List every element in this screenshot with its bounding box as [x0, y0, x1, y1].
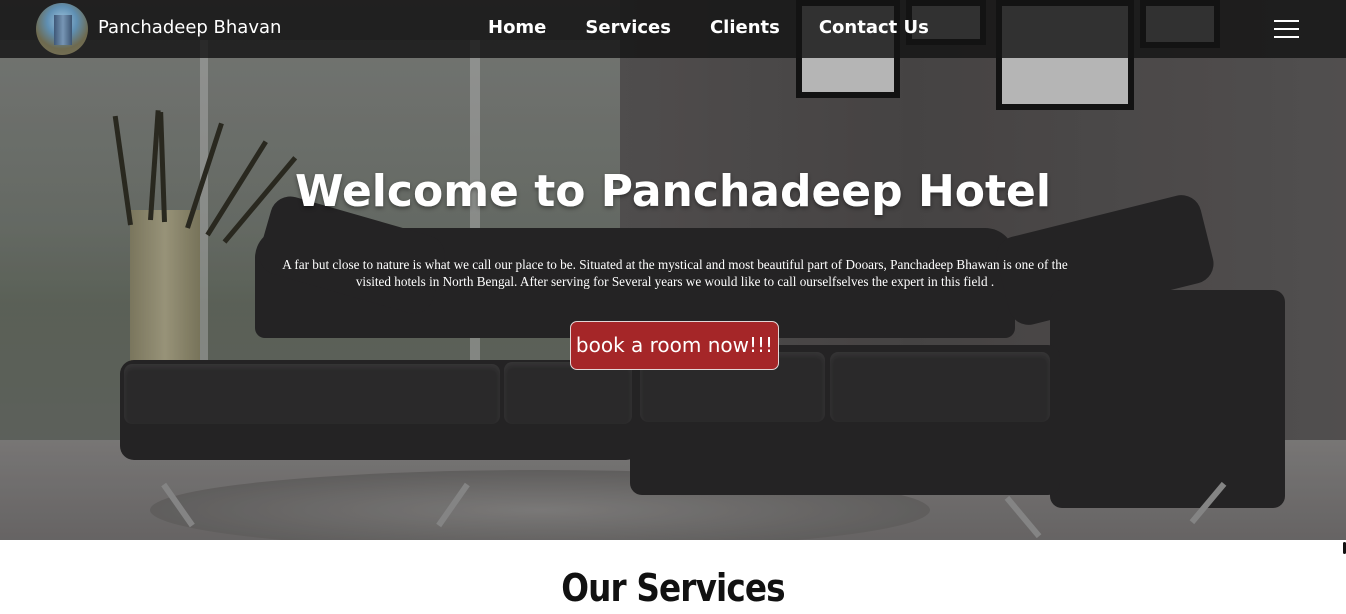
building-icon: [54, 15, 72, 45]
hero-description: A far but close to nature is what we cal…: [282, 257, 1068, 289]
nav-link-services[interactable]: Services: [585, 17, 671, 38]
brand-name[interactable]: Panchadeep Bhavan: [98, 17, 281, 38]
hamburger-menu-icon[interactable]: [1274, 20, 1299, 38]
hamburger-bar: [1274, 20, 1299, 22]
nav-link-home[interactable]: Home: [488, 17, 546, 38]
book-room-button[interactable]: book a room now!!!: [570, 321, 779, 370]
nav-link-clients[interactable]: Clients: [710, 17, 780, 38]
hamburger-bar: [1274, 36, 1299, 38]
hero-title: Welcome to Panchadeep Hotel: [295, 166, 1051, 217]
brand-logo[interactable]: [36, 3, 88, 55]
nav-link-contact[interactable]: Contact Us: [819, 17, 929, 38]
nav-links: Home Services Clients Contact Us: [488, 17, 968, 38]
navbar: Panchadeep Bhavan Home Services Clients …: [0, 0, 1346, 58]
hamburger-bar: [1274, 28, 1299, 30]
section-title-services: Our Services: [561, 566, 785, 610]
